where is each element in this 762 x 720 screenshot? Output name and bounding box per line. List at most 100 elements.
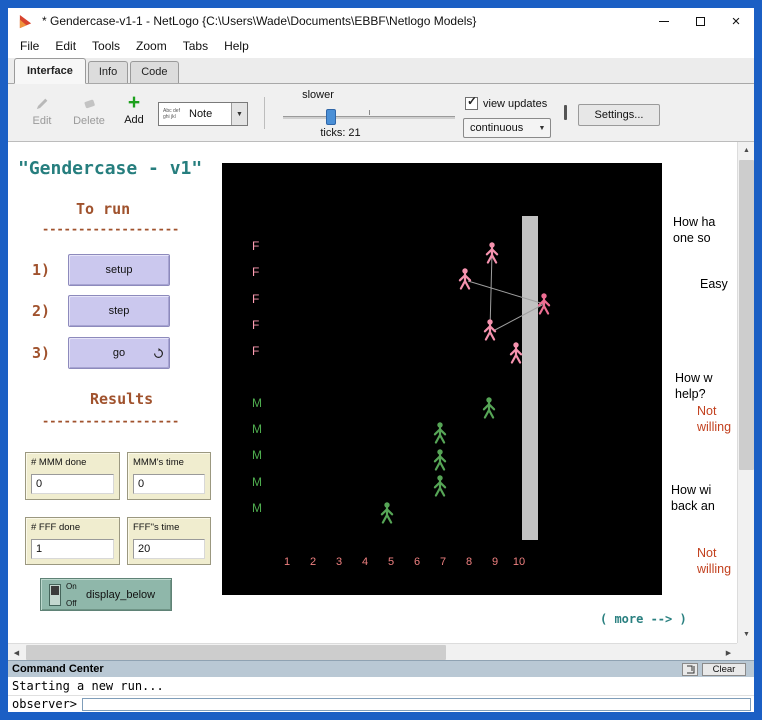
switch-off-label: Off (66, 599, 77, 608)
menu-zoom[interactable]: Zoom (128, 36, 175, 56)
add-button[interactable]: + Add (114, 94, 154, 126)
netlogo-app-icon (18, 14, 33, 29)
widget-type-value: Note (189, 108, 231, 120)
checkmark-icon: ✓ (467, 94, 477, 108)
switch-knob[interactable] (51, 586, 59, 595)
checkbox-icon[interactable]: ✓ (465, 97, 478, 110)
side-note-line: help? (675, 386, 713, 402)
toolbar: Edit Delete + Add Abc def ghi jkl Note ▼… (8, 84, 754, 142)
menubar: FileEditToolsZoomTabsHelp (8, 34, 754, 58)
display-below-switch[interactable]: On Off display_below (40, 578, 172, 611)
tab-code[interactable]: Code (130, 61, 178, 83)
settings-button[interactable]: Settings... (578, 104, 660, 126)
male-person (481, 397, 497, 419)
interface-panel: "Gendercase - v1" To run ---------------… (8, 142, 754, 660)
monitor: # MMM done0 (25, 452, 120, 500)
axis-number: 2 (305, 556, 321, 568)
slider-thumb[interactable] (326, 109, 336, 125)
axis-number: 3 (331, 556, 347, 568)
monitor-label: FFF''s time (133, 522, 210, 533)
horizontal-scroll-thumb[interactable] (26, 645, 446, 660)
popout-icon (686, 665, 695, 674)
command-center-header: Command Center Clear (8, 660, 754, 677)
menu-tabs[interactable]: Tabs (175, 36, 216, 56)
step-number: 3) (32, 344, 50, 362)
to-run-heading: To run (76, 200, 130, 218)
minimize-icon (659, 21, 669, 22)
monitor-value: 0 (31, 474, 114, 494)
titlebar: * Gendercase-v1-1 - NetLogo {C:\Users\Wa… (8, 8, 754, 34)
switch-toggle[interactable] (49, 584, 61, 606)
pencil-icon (33, 94, 51, 112)
chevron-down-icon: ▼ (534, 125, 550, 132)
axis-number: 7 (435, 556, 451, 568)
edit-button[interactable]: Edit (22, 94, 62, 127)
eraser-icon (80, 94, 98, 112)
command-output: Starting a new run... (8, 677, 754, 695)
side-note-line: one so (673, 230, 715, 246)
female-person (482, 319, 498, 341)
widget-type-dropdown[interactable]: Abc def ghi jkl Note ▼ (158, 102, 248, 126)
menu-file[interactable]: File (12, 36, 47, 56)
female-person (508, 342, 524, 364)
step-number: 1) (32, 261, 50, 279)
update-mode-dropdown[interactable]: continuous ▼ (463, 118, 551, 138)
minimize-button[interactable] (646, 8, 682, 34)
setup-button[interactable]: setup (68, 254, 170, 286)
more-note: ( more --> ) (600, 612, 687, 626)
menu-tools[interactable]: Tools (84, 36, 128, 56)
observer-prompt: observer> (12, 697, 77, 711)
scrollbar-corner (737, 643, 754, 660)
tab-info[interactable]: Info (88, 61, 128, 83)
scroll-left-arrow[interactable]: ◀ (8, 644, 25, 660)
monitor: FFF''s time 20 (127, 517, 211, 565)
step-number: 2) (32, 302, 50, 320)
go-button[interactable]: go (68, 337, 170, 369)
male-person (432, 475, 448, 497)
command-center-buttons: Clear (682, 663, 746, 676)
scroll-down-arrow[interactable]: ▼ (738, 626, 754, 643)
axis-number: 5 (383, 556, 399, 568)
tab-interface[interactable]: Interface (14, 58, 86, 84)
side-note: Notwilling (697, 403, 731, 435)
male-row-label: M (252, 501, 262, 515)
menu-help[interactable]: Help (216, 36, 257, 56)
step-button[interactable]: step (68, 295, 170, 327)
speed-slider-label: slower (288, 89, 348, 101)
female-row-label: F (252, 265, 259, 279)
maximize-button[interactable] (682, 8, 718, 34)
monitor-label: MMM's time (133, 457, 210, 468)
side-note: How whelp? (675, 370, 713, 402)
clear-button[interactable]: Clear (702, 663, 746, 676)
forever-icon (153, 348, 164, 359)
switch-name-label: display_below (86, 589, 155, 601)
vertical-scroll-thumb[interactable] (739, 160, 754, 470)
horizontal-scrollbar[interactable]: ◀ ▶ (8, 643, 737, 660)
ticks-counter: ticks: 21 (293, 127, 388, 139)
monitor-value: 20 (133, 539, 205, 559)
side-note-line: willing (697, 561, 731, 577)
vertical-scrollbar[interactable]: ▲ ▼ (737, 142, 754, 643)
close-button[interactable]: × (718, 8, 754, 34)
popout-button[interactable] (682, 663, 698, 676)
toolbar-separator-handle (564, 105, 567, 120)
axis-number: 4 (357, 556, 373, 568)
divider-note: ------------------- (42, 414, 179, 428)
speed-slider[interactable] (283, 108, 455, 126)
monitor: MMM's time0 (127, 452, 211, 500)
toolbar-separator (264, 97, 265, 129)
command-input[interactable] (82, 698, 751, 711)
button-label: setup (106, 264, 133, 276)
side-note-line: Not (697, 403, 731, 419)
menu-edit[interactable]: Edit (47, 36, 84, 56)
scroll-right-arrow[interactable]: ▶ (720, 644, 737, 660)
button-label: step (109, 305, 130, 317)
world-view[interactable]: FFFFFMMMMM12345678910 (222, 163, 662, 595)
female-row-label: F (252, 344, 259, 358)
add-label: Add (124, 114, 144, 126)
scroll-up-arrow[interactable]: ▲ (738, 142, 754, 159)
view-updates-control[interactable]: ✓ view updates (465, 97, 547, 110)
delete-label: Delete (73, 115, 105, 127)
delete-button[interactable]: Delete (66, 94, 112, 127)
male-row-label: M (252, 422, 262, 436)
